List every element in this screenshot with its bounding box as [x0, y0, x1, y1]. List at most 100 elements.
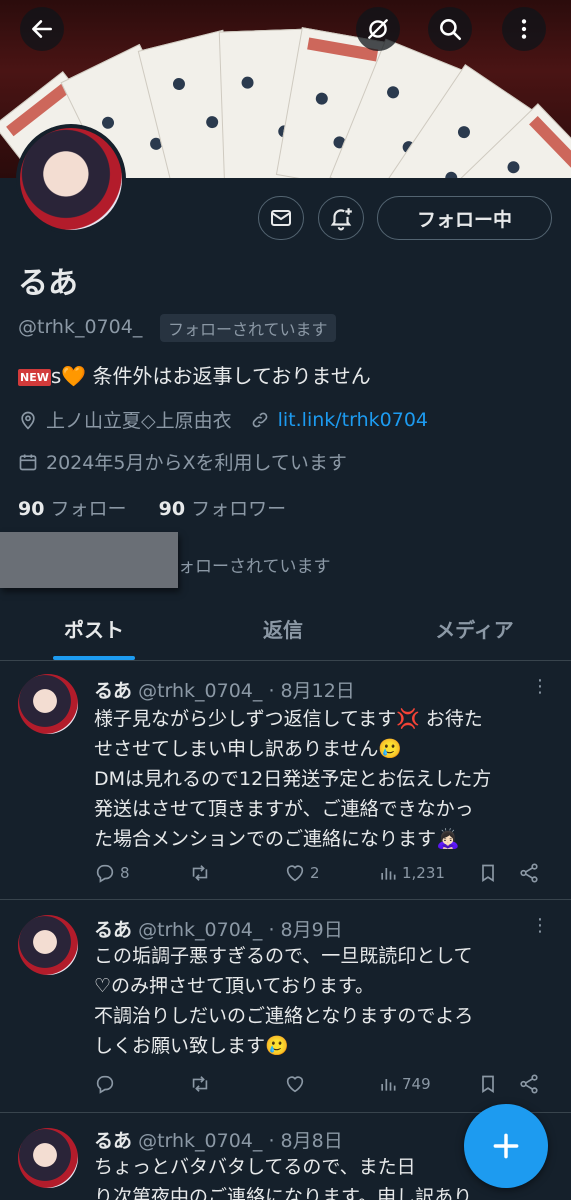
post-avatar[interactable]	[18, 915, 78, 975]
post-line: せさせてしまい申し訳ありません🥲	[94, 738, 403, 760]
following-count: 90	[18, 498, 45, 520]
profile-link[interactable]: lit.link/trhk0704	[278, 409, 428, 431]
reply-icon	[96, 864, 114, 883]
mail-icon	[271, 210, 291, 226]
profile-handle: @trhk_0704_	[18, 316, 143, 338]
reply-button[interactable]	[94, 1073, 188, 1095]
profile-joined: 2024年5月からXを利用しています	[46, 452, 347, 474]
share-button[interactable]	[518, 1073, 540, 1095]
post-header: るあ @trhk_0704_ · 8月8日	[94, 1126, 343, 1153]
joined-row: 2024年5月からXを利用しています	[18, 448, 347, 475]
post-line: 不調治りしだいのご連絡となりますのでよろ	[94, 1005, 474, 1027]
message-button[interactable]	[258, 196, 304, 240]
bell-plus-icon	[330, 208, 352, 231]
views-icon	[381, 1079, 396, 1091]
post-line: しくお願い致します🥲	[94, 1035, 289, 1057]
post-author-handle: @trhk_0704_	[138, 919, 263, 941]
link-icon	[252, 412, 267, 427]
following-label: フォロー	[50, 498, 127, 520]
followers-count-link[interactable]: 90 フォロワー	[159, 498, 287, 520]
followers-label: フォロワー	[191, 498, 287, 520]
post-author-name[interactable]: るあ	[94, 680, 132, 702]
post-line: り次第夜中のご連絡になります。申し訳あり	[94, 1186, 473, 1200]
share-icon	[520, 863, 538, 883]
search-button[interactable]	[428, 7, 472, 51]
view-count: 749	[402, 1075, 431, 1093]
post-avatar[interactable]	[18, 1128, 78, 1188]
post-author-handle: @trhk_0704_	[138, 1130, 263, 1152]
grok-icon	[368, 19, 388, 39]
bookmark-button[interactable]	[478, 1073, 518, 1095]
repost-button[interactable]	[188, 862, 284, 884]
profile-tabs: ポスト 返信 メディア	[0, 596, 571, 661]
more-options-button[interactable]	[502, 7, 546, 51]
views-button[interactable]: 749	[378, 1074, 478, 1094]
profile-location: 上ノ山立夏◇上原由衣	[46, 410, 232, 432]
post-text: この垢調子悪すぎるので、一旦既読印として ♡のみ押させて頂いております。 不調治…	[94, 941, 554, 1061]
grok-button[interactable]	[356, 7, 400, 51]
share-icon	[520, 1074, 538, 1094]
repost-icon	[192, 1076, 208, 1092]
bookmark-icon	[482, 864, 494, 883]
views-icon	[381, 868, 396, 880]
repost-button[interactable]	[188, 1073, 284, 1095]
more-vertical-icon	[521, 19, 527, 39]
post-line: 様子見ながら少しずつ返信してます💢 お待た	[94, 708, 483, 730]
calendar-icon	[19, 454, 37, 470]
reply-count: 8	[120, 864, 130, 882]
post-header: るあ @trhk_0704_ · 8月9日	[94, 915, 343, 942]
repost-icon	[192, 865, 208, 881]
tab-replies[interactable]: 返信	[188, 596, 378, 660]
tab-media[interactable]: メディア	[378, 596, 571, 660]
bio-text: s🧡 条件外はお返事しておりません	[50, 364, 371, 388]
redacted-overlay	[0, 532, 178, 588]
post-more-icon[interactable]: ⋮	[531, 917, 549, 935]
post-author-name[interactable]: るあ	[94, 1130, 132, 1152]
compose-post-button[interactable]	[464, 1104, 548, 1188]
post-author-name[interactable]: るあ	[94, 919, 132, 941]
post-date[interactable]: · 8月9日	[268, 919, 342, 941]
heart-icon	[286, 1076, 304, 1093]
post-avatar[interactable]	[18, 674, 78, 734]
reply-icon	[96, 1075, 114, 1094]
plus-icon	[493, 1133, 519, 1159]
bookmark-icon	[482, 1075, 494, 1094]
location-icon	[21, 411, 35, 429]
notifications-button[interactable]	[318, 196, 364, 240]
post-actions: 8 2 1,231	[94, 862, 554, 884]
post-date[interactable]: · 8月12日	[268, 680, 354, 702]
profile-avatar[interactable]	[16, 124, 126, 234]
like-button[interactable]: 2	[284, 862, 378, 884]
views-button[interactable]: 1,231	[378, 863, 478, 883]
post-actions: 749	[94, 1073, 554, 1095]
following-button[interactable]: フォロー中	[377, 196, 552, 240]
follow-counts: 90 フォロー 90 フォロワー	[18, 494, 286, 521]
post-header: るあ @trhk_0704_ · 8月12日	[94, 676, 355, 703]
post-date[interactable]: · 8月8日	[268, 1130, 342, 1152]
like-button[interactable]	[284, 1073, 378, 1095]
heart-icon	[286, 865, 304, 882]
post-text: 様子見ながら少しずつ返信してます💢 お待た せさせてしまい申し訳ありません🥲 D…	[94, 704, 554, 854]
post-more-icon[interactable]: ⋮	[531, 678, 549, 696]
new-badge: NEW	[18, 369, 51, 386]
tab-posts[interactable]: ポスト	[0, 596, 188, 660]
post-line: 発送はさせて頂きますが、ご連絡できなかっ	[94, 798, 474, 820]
post-line: た場合メンションでのご連絡になります🙇🏻‍♀️	[94, 828, 460, 850]
view-count: 1,231	[402, 864, 445, 882]
followers-count: 90	[158, 498, 186, 520]
post-item[interactable]: るあ @trhk_0704_ · 8月9日 ⋮ この垢調子悪すぎるので、一旦既読…	[0, 901, 571, 1113]
followed-by-text[interactable]: ォローされています	[178, 552, 331, 577]
reply-button[interactable]: 8	[94, 862, 188, 884]
post-line: ♡のみ押させて頂いております。	[94, 975, 374, 997]
profile-bio: NEW s🧡 条件外はお返事しておりません	[18, 360, 371, 389]
post-line: DMは見れるので12日発送予定とお伝えした方	[94, 768, 492, 790]
post-item[interactable]: るあ @trhk_0704_ · 8月12日 ⋮ 様子見ながら少しずつ返信してま…	[0, 662, 571, 900]
search-icon	[440, 19, 462, 41]
bookmark-button[interactable]	[478, 862, 518, 884]
post-author-handle: @trhk_0704_	[138, 680, 263, 702]
profile-name: るあ	[18, 266, 78, 301]
share-button[interactable]	[518, 862, 540, 884]
back-button[interactable]	[20, 7, 64, 51]
following-count-link[interactable]: 90 フォロー	[18, 498, 127, 520]
following-button-label: フォロー中	[416, 208, 512, 231]
